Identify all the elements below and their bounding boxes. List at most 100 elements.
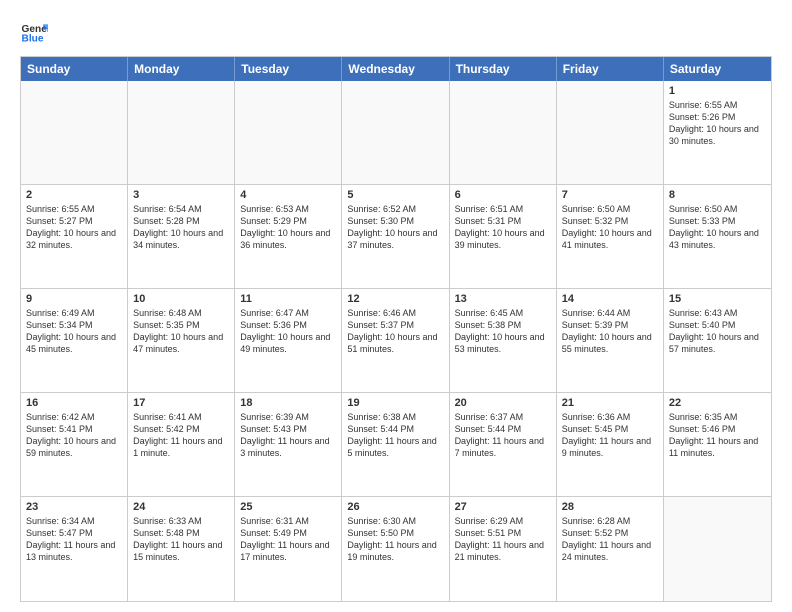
cell-info: Sunrise: 6:37 AM Sunset: 5:44 PM Dayligh… [455,411,551,460]
header-friday: Friday [557,57,664,81]
day-number: 4 [240,189,336,201]
calendar-header: Sunday Monday Tuesday Wednesday Thursday… [21,57,771,81]
day-number: 11 [240,293,336,305]
cell-info: Sunrise: 6:38 AM Sunset: 5:44 PM Dayligh… [347,411,443,460]
calendar: Sunday Monday Tuesday Wednesday Thursday… [20,56,772,602]
cell-info: Sunrise: 6:30 AM Sunset: 5:50 PM Dayligh… [347,515,443,564]
calendar-row-1: 1 Sunrise: 6:55 AM Sunset: 5:26 PM Daylig… [21,81,771,185]
calendar-cell: 22 Sunrise: 6:35 AM Sunset: 5:46 PM Dayli… [664,393,771,496]
header-sunday: Sunday [21,57,128,81]
calendar-cell: 27 Sunrise: 6:29 AM Sunset: 5:51 PM Dayli… [450,497,557,601]
cell-info: Sunrise: 6:45 AM Sunset: 5:38 PM Dayligh… [455,307,551,356]
cell-info: Sunrise: 6:51 AM Sunset: 5:31 PM Dayligh… [455,203,551,252]
calendar-cell [235,81,342,184]
calendar-cell: 13 Sunrise: 6:45 AM Sunset: 5:38 PM Dayli… [450,289,557,392]
calendar-cell: 17 Sunrise: 6:41 AM Sunset: 5:42 PM Dayli… [128,393,235,496]
calendar-cell [21,81,128,184]
calendar-cell [557,81,664,184]
cell-info: Sunrise: 6:53 AM Sunset: 5:29 PM Dayligh… [240,203,336,252]
day-number: 25 [240,501,336,513]
cell-info: Sunrise: 6:48 AM Sunset: 5:35 PM Dayligh… [133,307,229,356]
calendar-cell: 19 Sunrise: 6:38 AM Sunset: 5:44 PM Dayli… [342,393,449,496]
cell-info: Sunrise: 6:50 AM Sunset: 5:32 PM Dayligh… [562,203,658,252]
day-number: 10 [133,293,229,305]
calendar-cell: 21Sunrise: 6:36 AM Sunset: 5:45 PM Dayli… [557,393,664,496]
day-number: 27 [455,501,551,513]
calendar-row-4: 16 Sunrise: 6:42 AM Sunset: 5:41 PM Dayli… [21,393,771,497]
calendar-cell: 18 Sunrise: 6:39 AM Sunset: 5:43 PM Dayli… [235,393,342,496]
calendar-cell: 1 Sunrise: 6:55 AM Sunset: 5:26 PM Daylig… [664,81,771,184]
day-number: 18 [240,397,336,409]
calendar-cell: 8 Sunrise: 6:50 AM Sunset: 5:33 PM Daylig… [664,185,771,288]
calendar-cell: 6 Sunrise: 6:51 AM Sunset: 5:31 PM Daylig… [450,185,557,288]
day-number: 15 [669,293,766,305]
cell-info: Sunrise: 6:52 AM Sunset: 5:30 PM Dayligh… [347,203,443,252]
logo: General Blue [20,18,52,46]
day-number: 14 [562,293,658,305]
calendar-row-2: 2Sunrise: 6:55 AM Sunset: 5:27 PM Daylig… [21,185,771,289]
day-number: 22 [669,397,766,409]
calendar-cell: 24 Sunrise: 6:33 AM Sunset: 5:48 PM Dayli… [128,497,235,601]
calendar-cell: 16 Sunrise: 6:42 AM Sunset: 5:41 PM Dayli… [21,393,128,496]
day-number: 19 [347,397,443,409]
day-number: 16 [26,397,122,409]
calendar-cell: 15 Sunrise: 6:43 AM Sunset: 5:40 PM Dayli… [664,289,771,392]
calendar-cell: 3 Sunrise: 6:54 AM Sunset: 5:28 PM Daylig… [128,185,235,288]
page: General Blue Sunday Monday Tuesday Wedne… [0,0,792,612]
calendar-cell: 5 Sunrise: 6:52 AM Sunset: 5:30 PM Daylig… [342,185,449,288]
cell-info: Sunrise: 6:54 AM Sunset: 5:28 PM Dayligh… [133,203,229,252]
cell-info: Sunrise: 6:55 AM Sunset: 5:26 PM Dayligh… [669,99,766,148]
calendar-cell: 4 Sunrise: 6:53 AM Sunset: 5:29 PM Daylig… [235,185,342,288]
calendar-cell [128,81,235,184]
day-number: 8 [669,189,766,201]
header: General Blue [20,18,772,46]
cell-info: Sunrise: 6:49 AM Sunset: 5:34 PM Dayligh… [26,307,122,356]
day-number: 3 [133,189,229,201]
day-number: 6 [455,189,551,201]
cell-info: Sunrise: 6:41 AM Sunset: 5:42 PM Dayligh… [133,411,229,460]
calendar-cell: 26 Sunrise: 6:30 AM Sunset: 5:50 PM Dayli… [342,497,449,601]
cell-info: Sunrise: 6:34 AM Sunset: 5:47 PM Dayligh… [26,515,122,564]
cell-info: Sunrise: 6:33 AM Sunset: 5:48 PM Dayligh… [133,515,229,564]
cell-info: Sunrise: 6:29 AM Sunset: 5:51 PM Dayligh… [455,515,551,564]
day-number: 26 [347,501,443,513]
calendar-cell: 23 Sunrise: 6:34 AM Sunset: 5:47 PM Dayli… [21,497,128,601]
cell-info: Sunrise: 6:44 AM Sunset: 5:39 PM Dayligh… [562,307,658,356]
day-number: 7 [562,189,658,201]
cell-info: Sunrise: 6:43 AM Sunset: 5:40 PM Dayligh… [669,307,766,356]
day-number: 24 [133,501,229,513]
cell-info: Sunrise: 6:39 AM Sunset: 5:43 PM Dayligh… [240,411,336,460]
svg-text:Blue: Blue [22,33,44,44]
cell-info: Sunrise: 6:42 AM Sunset: 5:41 PM Dayligh… [26,411,122,460]
calendar-cell: 7 Sunrise: 6:50 AM Sunset: 5:32 PM Daylig… [557,185,664,288]
calendar-cell [450,81,557,184]
day-number: 9 [26,293,122,305]
calendar-cell: 12 Sunrise: 6:46 AM Sunset: 5:37 PM Dayli… [342,289,449,392]
header-saturday: Saturday [664,57,771,81]
cell-info: Sunrise: 6:50 AM Sunset: 5:33 PM Dayligh… [669,203,766,252]
day-number: 13 [455,293,551,305]
cell-info: Sunrise: 6:28 AM Sunset: 5:52 PM Dayligh… [562,515,658,564]
calendar-cell [342,81,449,184]
day-number: 21 [562,397,658,409]
day-number: 17 [133,397,229,409]
day-number: 23 [26,501,122,513]
calendar-cell: 10 Sunrise: 6:48 AM Sunset: 5:35 PM Dayli… [128,289,235,392]
calendar-cell: 14 Sunrise: 6:44 AM Sunset: 5:39 PM Dayli… [557,289,664,392]
day-number: 1 [669,85,766,97]
header-wednesday: Wednesday [342,57,449,81]
calendar-row-3: 9 Sunrise: 6:49 AM Sunset: 5:34 PM Daylig… [21,289,771,393]
header-thursday: Thursday [450,57,557,81]
logo-icon: General Blue [20,18,48,46]
calendar-cell: 20Sunrise: 6:37 AM Sunset: 5:44 PM Dayli… [450,393,557,496]
calendar-cell [664,497,771,601]
calendar-cell: 2Sunrise: 6:55 AM Sunset: 5:27 PM Daylig… [21,185,128,288]
day-number: 5 [347,189,443,201]
cell-info: Sunrise: 6:46 AM Sunset: 5:37 PM Dayligh… [347,307,443,356]
cell-info: Sunrise: 6:35 AM Sunset: 5:46 PM Dayligh… [669,411,766,460]
calendar-cell: 28Sunrise: 6:28 AM Sunset: 5:52 PM Dayli… [557,497,664,601]
day-number: 12 [347,293,443,305]
calendar-cell: 25Sunrise: 6:31 AM Sunset: 5:49 PM Dayli… [235,497,342,601]
calendar-body: 1 Sunrise: 6:55 AM Sunset: 5:26 PM Daylig… [21,81,771,601]
calendar-cell: 11Sunrise: 6:47 AM Sunset: 5:36 PM Dayli… [235,289,342,392]
